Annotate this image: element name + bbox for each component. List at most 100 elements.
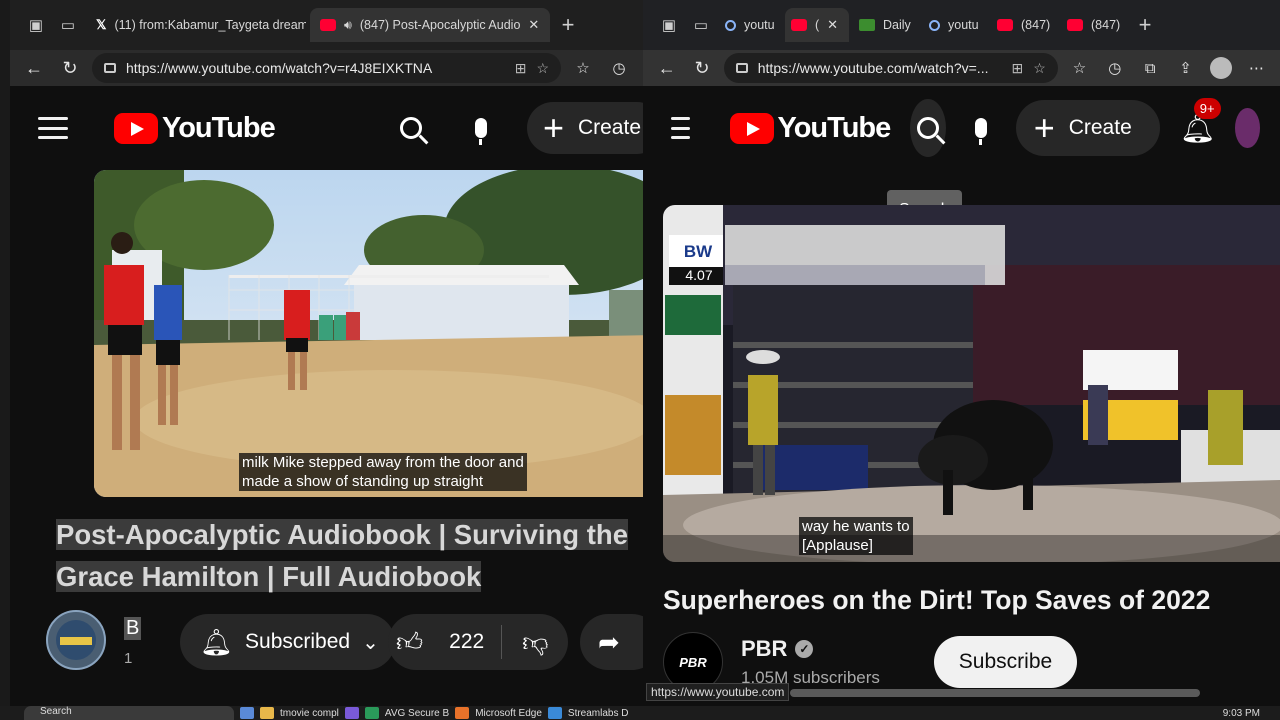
tab-youtube[interactable]: (847) [991,8,1057,42]
lock-icon [735,63,748,73]
favorite-star-icon[interactable]: ☆ [536,60,549,77]
subscribed-button[interactable]: 🔔︎ Subscribed ⌄ [180,614,395,670]
caption-line: [Applause] [802,537,873,554]
tab-label: (847) [1091,18,1121,32]
new-tab-icon[interactable]: + [1131,11,1159,39]
address-bar: ← ↻ https://www.youtube.com/watch?v=r4J8… [10,50,643,86]
tab-search[interactable]: youtu [719,8,781,42]
tab-actions-icon[interactable]: ▭ [54,11,82,39]
app-icon[interactable] [364,707,379,719]
speaker-icon[interactable]: 🔊︎ [344,18,352,33]
youtube-play-icon [729,112,774,144]
channel-subscriber-count: 1 [124,650,133,667]
caption-line: way he wants to [802,518,910,535]
tab-label: (847) [1021,18,1051,32]
thumbs-down-icon[interactable]: 👎︎ [502,627,548,658]
app-icon[interactable]: ⊞ [515,60,527,77]
extensions-icon[interactable]: ⧉ [1137,54,1164,82]
share-button[interactable]: ➦ [580,614,643,670]
tab-youtube[interactable]: (847) [1061,8,1127,42]
url-field[interactable]: https://www.youtube.com/watch?v=r4J8EIXK… [92,53,561,83]
favorite-star-icon[interactable]: ☆ [1033,60,1046,77]
profile-icon[interactable] [1207,54,1234,82]
task-view-icon[interactable] [240,707,254,719]
video-player-volleyball[interactable]: milk Mike stepped away from the door and… [94,170,643,497]
more-icon[interactable]: ⋯ [1243,54,1270,82]
youtube-icon [1067,19,1083,31]
share-page-icon[interactable]: ⇪ [1172,54,1199,82]
address-bar: ← ↻ https://www.youtube.com/watch?v=... … [643,50,1280,86]
workspaces-icon[interactable]: ▣ [22,11,50,39]
volleyball-scene [94,170,643,497]
youtube-logo[interactable]: YouTube [114,112,276,145]
account-avatar[interactable] [1235,108,1260,148]
channel-name-row: PBR ✓ [741,636,814,662]
channel-name[interactable]: B [124,617,142,640]
back-icon[interactable]: ← [653,54,680,82]
caption-line: milk Mike stepped away from the door and [242,454,524,471]
create-button[interactable]: + Create [526,102,643,154]
history-icon[interactable]: ◷ [605,54,633,82]
url-text: https://www.youtube.com/watch?v=... [757,60,989,76]
taskbar-item[interactable]: Microsoft Edge [475,708,542,719]
scoreboard-brand: BW [683,242,713,261]
youtube-play-icon [114,112,158,144]
x-logo-icon: 𝕏 [96,17,107,32]
microphone-icon[interactable] [966,104,996,152]
search-icon[interactable] [387,104,435,152]
app-icon[interactable] [344,707,359,719]
taskbar-clock[interactable]: 9:03 PM [1223,708,1280,719]
lock-icon [104,63,116,73]
horizontal-scrollbar[interactable] [790,689,1200,697]
search-icon[interactable] [910,99,947,157]
tab-actions-icon[interactable]: ▭ [687,11,715,39]
taskbar-search[interactable]: Search [24,706,234,720]
history-icon[interactable]: ◷ [1101,54,1128,82]
tab-search[interactable]: youtu [923,8,987,42]
youtube-icon [997,19,1013,31]
taskbar-item[interactable]: AVG Secure B [385,708,449,719]
notifications-bell-icon[interactable]: 🔔︎ 9+ [1180,97,1221,145]
url-field[interactable]: https://www.youtube.com/watch?v=... ⊞ ☆ [723,53,1058,83]
file-explorer-icon[interactable] [260,707,274,719]
tab-bar: ▣ ▭ 𝕏 (11) from:Kabamur_Taygeta dream ✕ … [10,0,643,50]
channel-name[interactable]: PBR [741,636,787,662]
logo-text: YouTube [777,111,892,144]
tab-label: ( [815,18,820,32]
windows-taskbar: Search tmovie compl AVG Secure B Microso… [0,706,1280,720]
youtube-header: YouTube + Create 🔔︎ 9+ [643,86,1280,170]
tab-youtube-audiobook[interactable]: 🔊︎ (847) Post-Apocalyptic Audio ✕ [310,8,550,42]
notification-badge: 9+ [1193,97,1221,119]
chevron-down-icon: ⌄ [362,631,379,654]
right-browser-window: ▣ ▭ youtu ( ✕ Daily youtu (847) (847) + [643,0,1280,706]
video-player-pbr[interactable]: BW 4.07 way he wants to [Applause] [663,205,1280,562]
close-icon[interactable]: ✕ [827,17,838,33]
tab-daily[interactable]: Daily [853,8,919,42]
app-icon[interactable] [547,707,562,719]
tab-x[interactable]: 𝕏 (11) from:Kabamur_Taygeta dream ✕ [86,8,306,42]
bull-riding-scene [663,205,1280,562]
workspaces-icon[interactable]: ▣ [655,11,683,39]
refresh-icon[interactable]: ↻ [56,54,84,82]
close-icon[interactable]: ✕ [528,17,539,33]
taskbar-item[interactable]: Streamlabs D [568,708,629,719]
menu-icon[interactable] [671,117,690,139]
app-icon[interactable]: ⊞ [1011,60,1023,77]
channel-avatar[interactable] [46,610,106,670]
back-icon[interactable]: ← [20,54,48,82]
favorites-icon[interactable]: ☆ [569,54,597,82]
subscribe-button[interactable]: Subscribe [934,636,1077,688]
refresh-icon[interactable]: ↻ [688,54,715,82]
firefox-icon[interactable] [455,707,470,719]
taskbar-item[interactable]: tmovie compl [280,708,339,719]
video-title: Post-Apocalyptic Audiobook | Surviving t… [56,519,628,592]
youtube-logo[interactable]: YouTube [729,111,892,145]
favorites-icon[interactable]: ☆ [1066,54,1093,82]
create-button[interactable]: + Create [1015,100,1160,156]
thumbs-up-icon[interactable]: 👍︎ [388,627,423,658]
menu-icon[interactable] [38,117,68,139]
bell-icon: 🔔︎ [200,626,234,657]
microphone-icon[interactable] [457,104,505,152]
new-tab-icon[interactable]: + [554,11,582,39]
tab-youtube-pbr[interactable]: ( ✕ [785,8,849,42]
